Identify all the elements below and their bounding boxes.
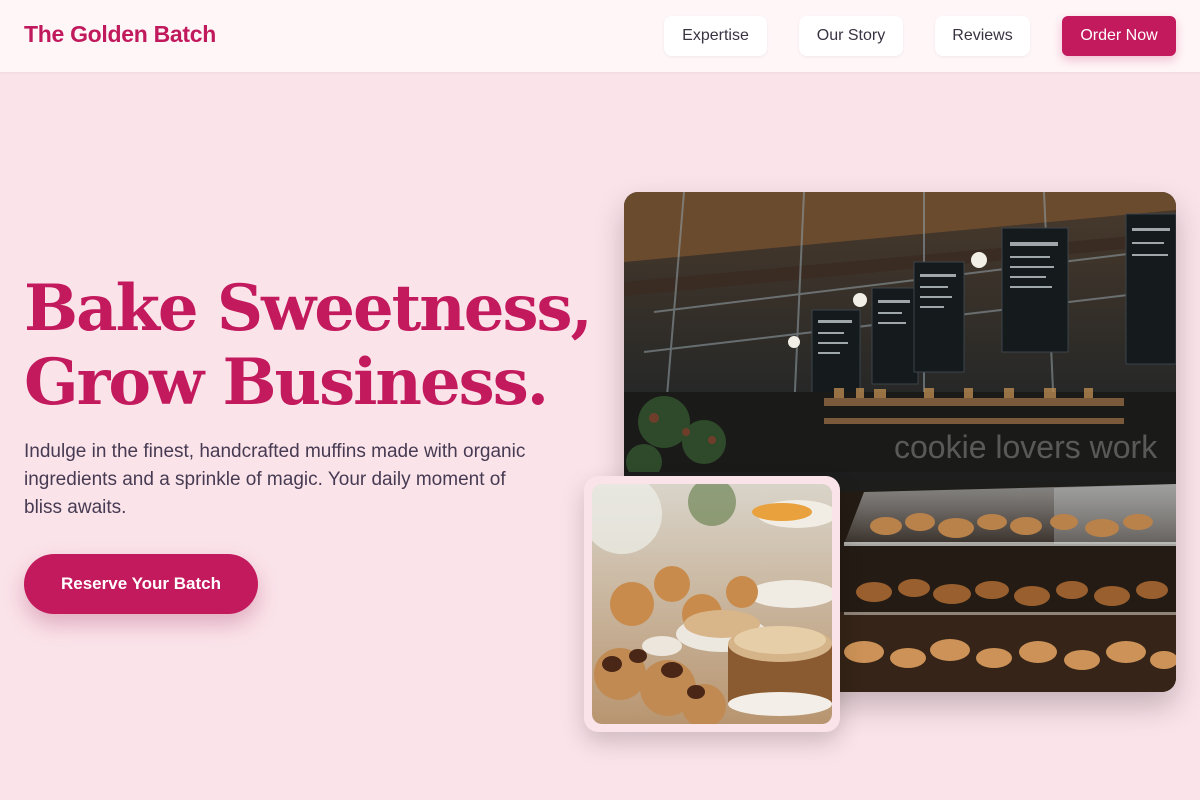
pastry-closeup-illustration	[592, 484, 832, 724]
pastry-photo-frame	[584, 476, 840, 732]
reserve-batch-button[interactable]: Reserve Your Batch	[24, 554, 258, 614]
nav-link-reviews[interactable]: Reviews	[935, 16, 1030, 56]
hero-title-line-1: Bake Sweetness,	[24, 271, 593, 346]
nav-link-expertise[interactable]: Expertise	[664, 16, 767, 56]
photo-watermark: cookie lovers work	[894, 429, 1158, 465]
hero-title: Bake Sweetness, Grow Business.	[24, 272, 604, 420]
pastry-closeup-photo	[592, 484, 832, 724]
site-header: The Golden Batch Expertise Our Story Rev…	[0, 0, 1200, 72]
brand-logo-text[interactable]: The Golden Batch	[24, 21, 216, 48]
nav-link-our-story[interactable]: Our Story	[799, 16, 903, 56]
hero-title-line-2: Grow Business.	[24, 345, 549, 420]
order-now-button[interactable]: Order Now	[1062, 16, 1176, 56]
hero-description: Indulge in the finest, handcrafted muffi…	[24, 441, 526, 518]
